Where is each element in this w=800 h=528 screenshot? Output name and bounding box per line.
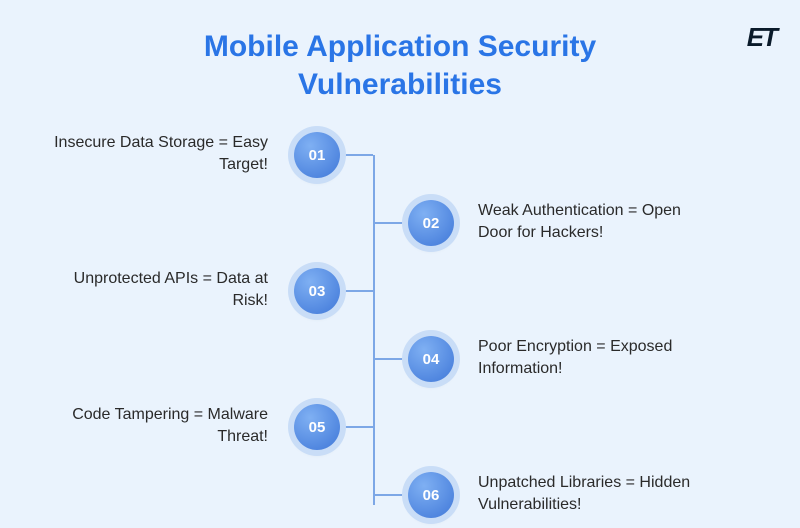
logo: ET <box>747 22 776 53</box>
timeline-row: 01 Insecure Data Storage = Easy Target! <box>0 132 800 178</box>
timeline-diagram: 01 Insecure Data Storage = Easy Target! … <box>0 120 800 520</box>
item-label: Code Tampering = Malware Threat! <box>38 404 268 447</box>
branch-line <box>375 222 408 224</box>
node-number: 06 <box>423 487 440 504</box>
page-title: Mobile Application Security Vulnerabilit… <box>130 28 670 103</box>
node-02: 02 <box>408 200 454 246</box>
node-number: 02 <box>423 215 440 232</box>
item-label: Weak Authentication = Open Door for Hack… <box>478 200 708 243</box>
branch-line <box>340 290 373 292</box>
node-05: 05 <box>294 404 340 450</box>
branch-line <box>340 154 373 156</box>
node-number: 05 <box>309 419 326 436</box>
timeline-row: 02 Weak Authentication = Open Door for H… <box>0 200 800 246</box>
timeline-row: 05 Code Tampering = Malware Threat! <box>0 404 800 450</box>
item-label: Unpatched Libraries = Hidden Vulnerabili… <box>478 472 708 515</box>
node-01: 01 <box>294 132 340 178</box>
timeline-row: 06 Unpatched Libraries = Hidden Vulnerab… <box>0 472 800 518</box>
branch-line <box>375 494 408 496</box>
branch-line <box>340 426 373 428</box>
node-06: 06 <box>408 472 454 518</box>
item-label: Insecure Data Storage = Easy Target! <box>38 132 268 175</box>
item-label: Poor Encryption = Exposed Information! <box>478 336 708 379</box>
node-number: 03 <box>309 283 326 300</box>
item-label: Unprotected APIs = Data at Risk! <box>38 268 268 311</box>
node-03: 03 <box>294 268 340 314</box>
timeline-row: 04 Poor Encryption = Exposed Information… <box>0 336 800 382</box>
node-number: 01 <box>309 147 326 164</box>
node-number: 04 <box>423 351 440 368</box>
timeline-row: 03 Unprotected APIs = Data at Risk! <box>0 268 800 314</box>
node-04: 04 <box>408 336 454 382</box>
branch-line <box>375 358 408 360</box>
